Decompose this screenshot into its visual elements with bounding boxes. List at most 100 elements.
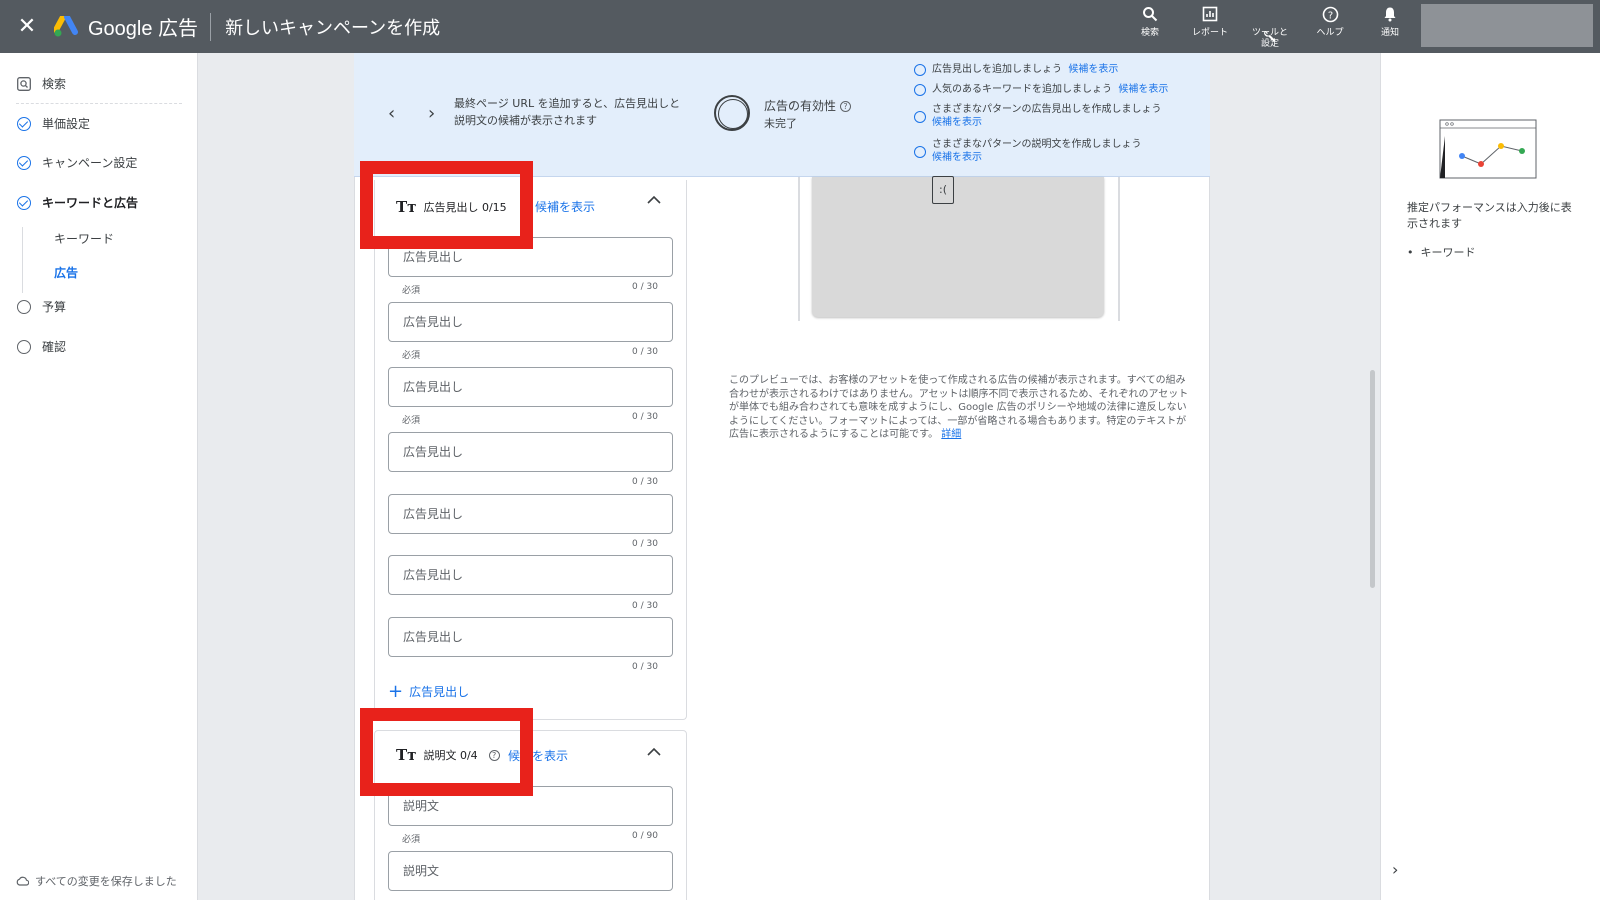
top-action-report[interactable]: レポート: [1180, 0, 1240, 53]
empty-circle-icon: [16, 299, 32, 315]
sidebar-item-keywords-ads[interactable]: キーワードと広告: [16, 194, 138, 211]
sidebar-search[interactable]: 検索: [16, 75, 66, 92]
suggestion-circle-icon[interactable]: [914, 84, 926, 96]
add-headline-label: 広告見出し: [409, 685, 470, 699]
headline-input-2[interactable]: [388, 302, 673, 342]
char-counter: 0 / 30: [632, 539, 658, 549]
search-box-icon: [16, 76, 32, 92]
chevron-left-icon[interactable]: ‹: [388, 103, 395, 124]
sidebar-item-bidding[interactable]: 単価設定: [16, 115, 90, 132]
suggestion-link[interactable]: 候補を表示: [932, 117, 982, 128]
performance-message: 推定パフォーマンスは入力後に表示されます: [1407, 201, 1572, 230]
chevron-up-icon[interactable]: [647, 193, 661, 209]
required-label: 必須: [402, 835, 421, 845]
headline-input-6[interactable]: [388, 555, 673, 595]
close-icon[interactable]: ✕: [0, 0, 54, 53]
top-action-label: レポート: [1191, 28, 1228, 38]
suggestion-item: 広告見出しを追加しましょう 候補を表示: [914, 63, 1118, 76]
sad-document-icon: :(: [932, 176, 954, 204]
check-circle-icon: [16, 195, 32, 211]
nav-divider: [16, 103, 182, 104]
headlines-show-suggestions[interactable]: 候補を表示: [535, 198, 595, 215]
suggestion-circle-icon[interactable]: [914, 146, 926, 158]
bell-icon: [1382, 6, 1398, 28]
top-action-notifications[interactable]: 通知: [1360, 0, 1420, 53]
performance-bullet-text: キーワード: [1420, 246, 1476, 259]
google-ads-logo: Google 広告: [54, 12, 198, 41]
sidebar-subitem-keywords[interactable]: キーワード: [54, 230, 114, 247]
description-input-2[interactable]: [388, 851, 673, 891]
help-icon: ?: [1322, 6, 1339, 28]
ad-strength-banner: ‹ › 最終ページ URL を追加すると、広告見出しと説明文の候補が表示されます…: [354, 53, 1210, 177]
suggestion-link[interactable]: 候補を表示: [1068, 64, 1118, 75]
headline-input-3[interactable]: [388, 367, 673, 407]
chevron-up-icon[interactable]: [647, 745, 661, 761]
scrollbar[interactable]: [1370, 370, 1375, 588]
top-bar: ✕ Google 広告 新しいキャンペーンを作成 検索 レポート ツールと 設定…: [0, 0, 1600, 53]
top-action-label: ツールと 設定: [1251, 28, 1288, 49]
suggestion-text: 広告見出しを追加しましょう: [932, 64, 1062, 75]
sidebar-item-budget[interactable]: 予算: [16, 298, 66, 315]
required-label: 必須: [402, 351, 421, 361]
chevron-right-icon[interactable]: ›: [1392, 860, 1398, 879]
top-action-tools[interactable]: ツールと 設定: [1240, 0, 1300, 53]
svg-text:?: ?: [1327, 11, 1332, 22]
learn-more-link[interactable]: 詳細: [941, 429, 961, 440]
report-icon: [1202, 6, 1218, 28]
add-headline-button[interactable]: + 広告見出し: [388, 680, 470, 702]
sidebar-item-campaign-settings[interactable]: キャンペーン設定: [16, 154, 137, 171]
ad-preview-card: [812, 177, 1104, 317]
left-navigation: 検索 単価設定 キャンペーン設定 キーワードと広告 キーワード 広告 予算 確認…: [0, 53, 198, 900]
char-counter: 0 / 30: [632, 347, 658, 357]
plus-icon: +: [388, 680, 404, 702]
sidebar-item-review[interactable]: 確認: [16, 338, 66, 355]
headline-input-5[interactable]: [388, 494, 673, 534]
headline-input-4[interactable]: [388, 432, 673, 472]
suggestion-circle-icon[interactable]: [914, 64, 926, 76]
effectiveness-label-text: 広告の有効性: [764, 99, 837, 113]
empty-circle-icon: [16, 339, 32, 355]
highlight-box-headlines: [360, 161, 533, 249]
check-circle-icon: [16, 116, 32, 132]
check-circle-icon: [16, 155, 32, 171]
sidebar-item-label: キャンペーン設定: [42, 156, 138, 170]
ad-strength-ring-icon: [714, 95, 750, 131]
sidebar-item-label: キーワードと広告: [42, 196, 139, 210]
page-title: 新しいキャンペーンを作成: [225, 17, 441, 39]
help-icon[interactable]: ?: [840, 101, 852, 112]
performance-panel: [1380, 53, 1600, 900]
suggestion-circle-icon[interactable]: [914, 111, 926, 123]
header-divider: [210, 12, 212, 41]
sub-tree-line: [22, 227, 23, 293]
top-action-search[interactable]: 検索: [1120, 0, 1180, 53]
save-status-text: すべての変更を保存しました: [35, 875, 177, 888]
char-counter: 0 / 90: [632, 831, 658, 841]
char-counter: 0 / 30: [632, 412, 658, 422]
chevron-right-icon[interactable]: ›: [428, 103, 435, 124]
top-action-help[interactable]: ? ヘルプ: [1300, 0, 1360, 53]
suggestion-link[interactable]: 候補を表示: [932, 152, 982, 163]
char-counter: 0 / 30: [632, 662, 658, 672]
headline-input-7[interactable]: [388, 617, 673, 657]
highlight-box-descriptions: [360, 708, 533, 796]
required-label: 必須: [402, 416, 421, 426]
effectiveness-status: 未完了: [764, 117, 797, 130]
suggestion-link[interactable]: 候補を表示: [1118, 84, 1168, 95]
sidebar-search-label: 検索: [42, 77, 67, 91]
sidebar-subitem-ads[interactable]: 広告: [54, 264, 78, 281]
char-counter: 0 / 30: [632, 601, 658, 611]
suggestion-text: 人気のあるキーワードを追加しましょう: [932, 84, 1112, 95]
account-switcher[interactable]: [1421, 4, 1593, 47]
suggestion-text: さまざまなパターンの説明文を作成しましょう: [932, 139, 1142, 150]
required-label: 必須: [402, 286, 421, 296]
top-action-label: 検索: [1140, 28, 1159, 38]
preview-note: このプレビューでは、お客様のアセットを使って作成される広告の候補が表示されます。…: [729, 374, 1189, 442]
sidebar-item-label: 単価設定: [42, 117, 91, 131]
suggestion-text: さまざまなパターンの広告見出しを作成しましょう: [932, 104, 1162, 115]
sidebar-item-label: 予算: [42, 300, 67, 314]
ads-logo-icon: [54, 15, 78, 36]
sidebar-item-label: 確認: [42, 340, 67, 354]
wrench-icon: [1262, 6, 1278, 42]
top-action-label: 通知: [1380, 28, 1399, 38]
suggestion-item: さまざまなパターンの広告見出しを作成しましょう 候補を表示: [914, 103, 1162, 129]
